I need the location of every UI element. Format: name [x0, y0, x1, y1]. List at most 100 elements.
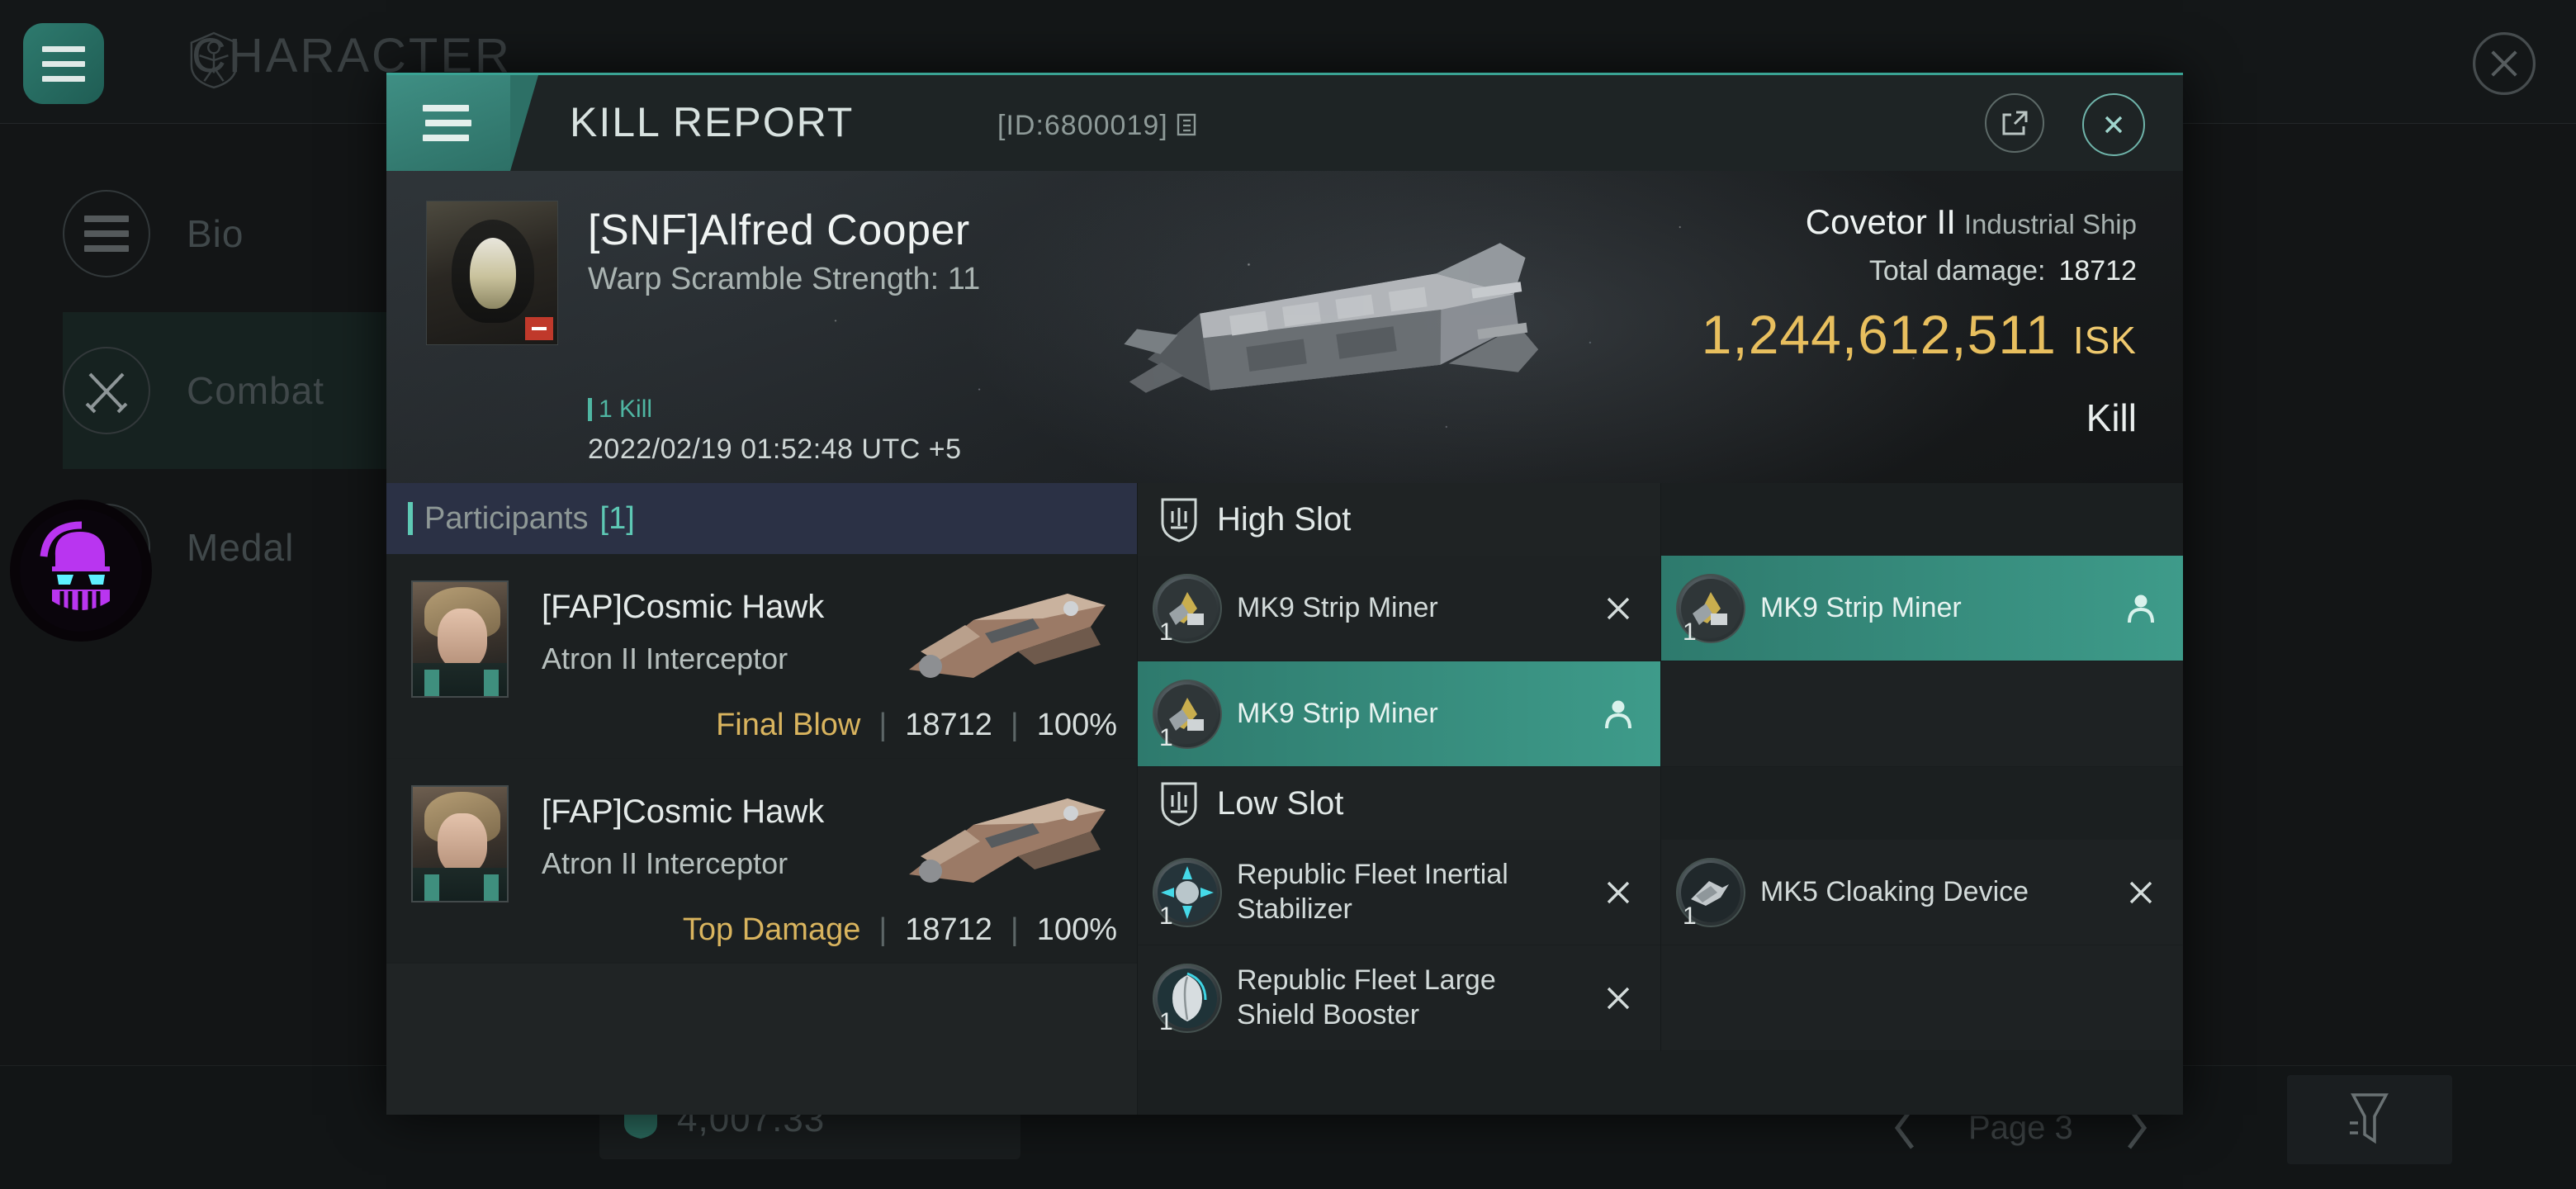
dialog-header: KILL REPORT [ID:6800019]	[386, 75, 2183, 171]
report-id-text: [ID:6800019]	[997, 110, 1168, 141]
item-name: MK9 Strip Miner	[1237, 591, 1438, 623]
slot-header-spacer	[1661, 767, 2183, 840]
participant-stats: Final Blow | 18712 | 100%	[716, 708, 1117, 742]
participant-percent: 100%	[1036, 708, 1117, 742]
pilot-avatar	[411, 580, 509, 698]
sidebar-item-label: Medal	[187, 526, 295, 569]
fitting-item[interactable]: 1 Republic Fleet Inertial Stabilizer	[1138, 840, 1660, 945]
high-slot-header: High Slot	[1138, 483, 1660, 556]
shield-slot-icon	[1161, 782, 1197, 827]
fitting-item[interactable]: 1 MK5 Cloaking Device	[1661, 840, 2183, 945]
hamburger-icon	[42, 45, 85, 52]
share-external-icon[interactable]	[1985, 93, 2044, 153]
low-slot-section: Low Slot 1 Republic Fleet Inertial Stabi…	[1138, 767, 2183, 1051]
fitting-item[interactable]: 1 MK9 Strip Miner	[1661, 556, 2183, 661]
report-id: [ID:6800019]	[997, 110, 1201, 142]
total-damage-value: 18712	[2058, 255, 2137, 287]
strip-miner-icon: 1	[1676, 573, 1745, 646]
item-quantity: 1	[1683, 902, 1697, 930]
kill-summary-hero: [SNF]Alfred Cooper Warp Scramble Strengt…	[386, 171, 2183, 483]
close-icon[interactable]	[2472, 31, 2536, 96]
cloaking-device-icon: 1	[1676, 857, 1745, 930]
participant-row[interactable]: [FAP]Cosmic Hawk Atron II Interceptor Fi…	[386, 554, 1137, 759]
close-icon[interactable]	[2082, 93, 2145, 156]
item-quantity: 1	[1159, 618, 1173, 646]
empty-slot	[1661, 661, 2183, 767]
hamburger-icon	[42, 75, 85, 82]
participant-name: [FAP]Cosmic Hawk	[542, 589, 825, 625]
filter-button[interactable]	[2287, 1075, 2452, 1164]
slot-header-spacer	[1661, 483, 2183, 556]
isk-amount: 1,244,612,511	[1701, 304, 2057, 365]
ninja-avatar-icon	[10, 500, 152, 642]
sidebar-item-label: Bio	[187, 212, 244, 255]
participants-count: [1]	[599, 500, 635, 536]
participants-panel: Participants [1] [FAP]Cosmic Hawk Atron …	[386, 483, 1138, 1115]
x-icon[interactable]	[1596, 594, 1641, 623]
fitting-item[interactable]: 1 MK9 Strip Miner	[1138, 556, 1660, 661]
participants-label: Participants	[424, 500, 589, 536]
slot-label: Low Slot	[1217, 784, 1344, 822]
kill-result: Kill	[2086, 396, 2137, 439]
total-damage: Total damage: 18712	[1869, 255, 2137, 287]
shield-slot-icon	[1161, 498, 1197, 542]
victim-ship-name: Covetor II Industrial Ship	[1806, 202, 2137, 242]
page-label: Page 3	[1968, 1109, 2073, 1146]
participant-ship: Atron II Interceptor	[542, 642, 788, 675]
item-quantity: 1	[1159, 723, 1173, 751]
sidebar-item-label: Combat	[187, 369, 325, 412]
kill-timestamp: 2022/02/19 01:52:48 UTC +5	[588, 433, 962, 465]
dialog-body: Participants [1] [FAP]Cosmic Hawk Atron …	[386, 483, 2183, 1115]
victim-name: [SNF]Alfred Cooper	[588, 206, 970, 254]
fitting-item[interactable]: 1 Republic Fleet Large Shield Booster	[1138, 945, 1660, 1051]
item-name: MK9 Strip Miner	[1237, 697, 1438, 729]
strip-miner-icon: 1	[1153, 573, 1222, 646]
participant-row[interactable]: [FAP]Cosmic Hawk Atron II Interceptor To…	[386, 759, 1137, 964]
strip-miner-icon: 1	[1153, 679, 1222, 751]
isk-unit: ISK	[2072, 319, 2137, 362]
hamburger-icon	[423, 105, 469, 111]
x-icon[interactable]	[2119, 878, 2163, 907]
lines-icon	[63, 190, 150, 277]
ship-name-text: Covetor II	[1805, 202, 1956, 241]
total-damage-label: Total damage:	[1868, 255, 2046, 287]
hamburger-icon	[42, 60, 85, 67]
fitting-panel: High Slot 1 MK9 Strip Miner 1 MK9 Strip …	[1138, 483, 2183, 1115]
participant-tag: Top Damage	[682, 912, 861, 947]
item-name: Republic Fleet Inertial Stabilizer	[1237, 859, 1508, 925]
status-badge	[525, 317, 553, 340]
item-quantity: 1	[1159, 902, 1173, 930]
participant-ship: Atron II Interceptor	[542, 846, 788, 880]
ship-class-text: Industrial Ship	[1963, 209, 2137, 239]
fitting-item[interactable]: 1 MK9 Strip Miner	[1138, 661, 1660, 767]
atron-ship-render	[909, 594, 1106, 678]
atron-ship-render	[909, 798, 1106, 883]
accent-bar	[408, 502, 413, 535]
item-quantity: 1	[1159, 1007, 1173, 1035]
item-name: Republic Fleet Large Shield Booster	[1237, 964, 1496, 1030]
pilot-avatar	[411, 785, 509, 902]
low-slot-header: Low Slot	[1138, 767, 1660, 840]
dialog-menu-button[interactable]	[386, 75, 538, 171]
x-icon[interactable]	[1596, 983, 1641, 1013]
warp-scramble-strength: Warp Scramble Strength: 11	[588, 262, 981, 296]
participants-header: Participants [1]	[386, 483, 1137, 554]
slot-label: High Slot	[1217, 500, 1352, 538]
participant-stats: Top Damage | 18712 | 100%	[682, 912, 1117, 947]
global-menu-button[interactable]	[23, 23, 104, 104]
high-slot-section: High Slot 1 MK9 Strip Miner 1 MK9 Strip …	[1138, 483, 2183, 767]
isk-loss-value: 1,244,612,511 ISK	[1702, 303, 2137, 366]
kill-report-dialog: KILL REPORT [ID:6800019] [SNF]Alfred Coo…	[386, 73, 2183, 1115]
hamburger-icon	[423, 135, 469, 141]
dialog-title: KILL REPORT	[570, 99, 855, 145]
person-icon[interactable]	[2119, 593, 2163, 624]
participant-damage: 18712	[905, 708, 992, 742]
empty-slot	[1661, 945, 2183, 1051]
participant-damage: 18712	[905, 912, 992, 947]
item-name: MK9 Strip Miner	[1760, 591, 1962, 623]
participant-tag: Final Blow	[716, 708, 861, 742]
person-icon[interactable]	[1596, 699, 1641, 730]
copy-icon[interactable]	[1177, 113, 1201, 140]
kill-count: 1 Kill	[588, 396, 652, 424]
x-icon[interactable]	[1596, 878, 1641, 907]
